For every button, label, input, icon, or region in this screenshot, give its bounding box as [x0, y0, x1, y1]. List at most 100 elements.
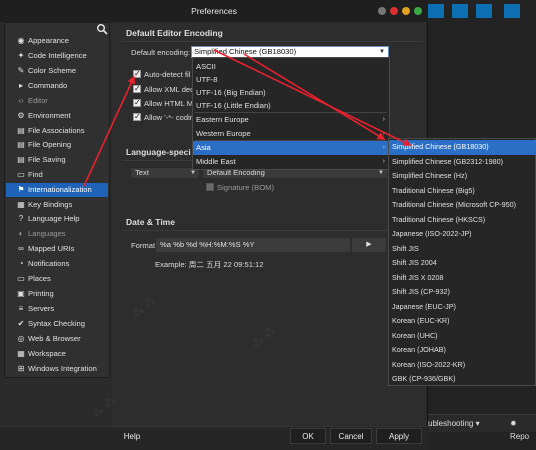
encoding-menu-item[interactable]: UTF-16 (Little Endian): [193, 99, 389, 113]
sidebar-item-commando[interactable]: ▸ Commando: [6, 79, 108, 93]
section-heading-language-specific: Language-speci: [126, 147, 191, 157]
asia-submenu-item[interactable]: Traditional Chinese (Big5): [389, 184, 536, 199]
sidebar-item-mapped-uris[interactable]: ∞ Mapped URIs: [6, 242, 108, 256]
encoding-menu-item[interactable]: Asia ›: [193, 141, 389, 155]
asia-submenu-item[interactable]: GBK (CP-936/GBK): [389, 372, 536, 387]
window-restore-icon[interactable]: [452, 4, 468, 18]
encoding-menu-item[interactable]: Eastern Europe ›: [193, 113, 389, 127]
allow-html-label: Allow HTML M: [144, 99, 194, 108]
folder-icon: ▭: [17, 170, 25, 179]
asia-submenu-item[interactable]: Shift JIS 2004: [389, 256, 536, 271]
encoding-menu-item[interactable]: ASCII: [193, 60, 389, 74]
sidebar-item-file-opening[interactable]: ▤ File Opening: [6, 138, 108, 152]
code-icon: ‹›: [18, 96, 24, 105]
sidebar-item-languages[interactable]: ◐ Languages: [6, 227, 108, 241]
window-maximize-icon[interactable]: [476, 4, 492, 18]
allow-html-checkbox[interactable]: [133, 98, 141, 107]
sidebar-item-label: Printing: [28, 289, 54, 298]
sidebar-item-label: Mapped URIs: [28, 244, 75, 253]
asia-submenu-item[interactable]: Korean (EUC-KR): [389, 314, 536, 329]
asia-submenu-item[interactable]: Japanese (ISO-2022-JP): [389, 227, 536, 242]
report-button[interactable]: ✹ Repo: [510, 417, 536, 441]
terminal-icon: ▸: [18, 81, 23, 90]
allow-coding-checkbox[interactable]: [133, 112, 141, 121]
sidebar-item-file-associations[interactable]: ▤ File Associations: [6, 124, 108, 138]
sidebar-item-notifications[interactable]: ◔ Notifications: [6, 257, 108, 271]
asia-submenu-item[interactable]: Simplified Chinese (GB18030): [389, 140, 536, 155]
sidebar-item-file-saving[interactable]: ▤ File Saving: [6, 153, 108, 167]
section-heading-date-time: Date & Time: [126, 217, 175, 227]
menu-item-label: ASCII: [196, 62, 216, 71]
server-icon: ≡: [18, 304, 24, 313]
asia-encoding-submenu: Simplified Chinese (GB18030) Simplified C…: [388, 138, 536, 386]
signature-bom-checkbox[interactable]: [206, 183, 214, 191]
sidebar-item-language-help[interactable]: ? Language Help: [6, 212, 108, 226]
sidebar-item-workspace[interactable]: ▦ Workspace: [6, 347, 108, 361]
sidebar-item-code-intelligence[interactable]: ✦ Code Intelligence: [6, 49, 108, 63]
asia-submenu-item[interactable]: Traditional Chinese (HKSCS): [389, 213, 536, 228]
auto-detect-checkbox[interactable]: [133, 69, 141, 78]
sidebar-item-printing[interactable]: ▣ Printing: [6, 287, 108, 301]
check-icon: ✔: [17, 319, 25, 328]
allow-xml-checkbox[interactable]: [133, 84, 141, 93]
section-heading-editor-encoding: Default Editor Encoding: [126, 28, 223, 38]
minimize-traffic-light-icon[interactable]: [402, 7, 410, 15]
help-button[interactable]: Help: [116, 428, 148, 444]
sidebar-item-label: Find: [28, 170, 43, 179]
window-minimize-icon[interactable]: [428, 4, 444, 18]
section-divider: [122, 230, 422, 231]
asia-submenu-item[interactable]: Simplified Chinese (Hz): [389, 169, 536, 184]
cancel-button[interactable]: Cancel: [330, 428, 372, 444]
apply-button[interactable]: Apply: [376, 428, 422, 444]
sidebar-item-label: Workspace: [28, 349, 66, 358]
ok-button[interactable]: OK: [290, 428, 326, 444]
troubleshooting-button[interactable]: ubleshooting ▾: [428, 417, 480, 430]
places-icon: ▭: [17, 274, 25, 283]
sidebar-item-windows-integration[interactable]: ⊞ Windows Integration: [6, 362, 108, 376]
chevron-right-icon: ›: [382, 144, 385, 151]
menu-item-label: UTF-16 (Little Endian): [196, 101, 271, 110]
asia-submenu-item[interactable]: Simplified Chinese (GB2312-1980): [389, 155, 536, 170]
language-select[interactable]: Text ▼: [130, 167, 200, 179]
brush-icon: ✎: [17, 66, 25, 75]
sidebar-item-editor[interactable]: ‹› Editor: [6, 94, 108, 108]
close-traffic-light-icon[interactable]: [390, 7, 398, 15]
sidebar-item-label: File Opening: [28, 140, 72, 149]
asia-submenu-item[interactable]: Korean (JOHAB): [389, 343, 536, 358]
asia-submenu-item[interactable]: Shift JIS X 0208: [389, 271, 536, 286]
encoding-menu-item[interactable]: Western Europe ›: [193, 127, 389, 141]
sidebar-item-label: Code Intelligence: [28, 51, 87, 60]
sidebar-item-label: Places: [28, 274, 51, 283]
window-close-icon[interactable]: [504, 4, 520, 18]
maximize-traffic-light-icon[interactable]: [414, 7, 422, 15]
sidebar-item-key-bindings[interactable]: ▦ Key Bindings: [6, 198, 108, 212]
asia-submenu-item[interactable]: Japanese (EUC-JP): [389, 300, 536, 315]
section-divider: [122, 41, 422, 42]
date-format-input[interactable]: %a %b %d %H:%M:%S %Y: [156, 238, 350, 252]
format-menu-button[interactable]: ▶: [352, 238, 386, 252]
sidebar-item-places[interactable]: ▭ Places: [6, 272, 108, 286]
sidebar-item-color-scheme[interactable]: ✎ Color Scheme: [6, 64, 108, 78]
sidebar-item-label: File Associations: [28, 126, 85, 135]
sidebar-item-find[interactable]: ▭ Find: [6, 168, 108, 182]
encoding-menu-item[interactable]: Middle East ›: [193, 155, 389, 169]
sidebar-item-appearance[interactable]: ◉ Appearance: [6, 34, 108, 48]
asia-submenu-item[interactable]: Shift JIS (CP-932): [389, 285, 536, 300]
sidebar-item-label: Syntax Checking: [28, 319, 85, 328]
encoding-menu-item[interactable]: UTF-8: [193, 73, 389, 87]
sidebar-item-syntax-checking[interactable]: ✔ Syntax Checking: [6, 317, 108, 331]
sidebar-item-environment[interactable]: ⚙ Environment: [6, 109, 108, 123]
asia-submenu-item[interactable]: Shift JIS: [389, 242, 536, 257]
encoding-menu-item[interactable]: UTF-16 (Big Endian): [193, 86, 389, 100]
sidebar-item-label: Languages: [28, 229, 66, 238]
sidebar-item-servers[interactable]: ≡ Servers: [6, 302, 108, 316]
sidebar-item-label: Windows Integration: [28, 364, 97, 373]
sidebar-item-internationalization[interactable]: ⚑ Internationalization: [6, 183, 108, 197]
asia-submenu-item[interactable]: Korean (UHC): [389, 329, 536, 344]
gear-icon[interactable]: [378, 7, 386, 15]
sidebar-item-web-browser[interactable]: ◎ Web & Browser: [6, 332, 108, 346]
sidebar-item-label: Internationalization: [28, 185, 92, 194]
sidebar-item-label: File Saving: [28, 155, 66, 164]
asia-submenu-item[interactable]: Traditional Chinese (Microsoft CP-950): [389, 198, 536, 213]
asia-submenu-item[interactable]: Korean (ISO-2022-KR): [389, 358, 536, 373]
